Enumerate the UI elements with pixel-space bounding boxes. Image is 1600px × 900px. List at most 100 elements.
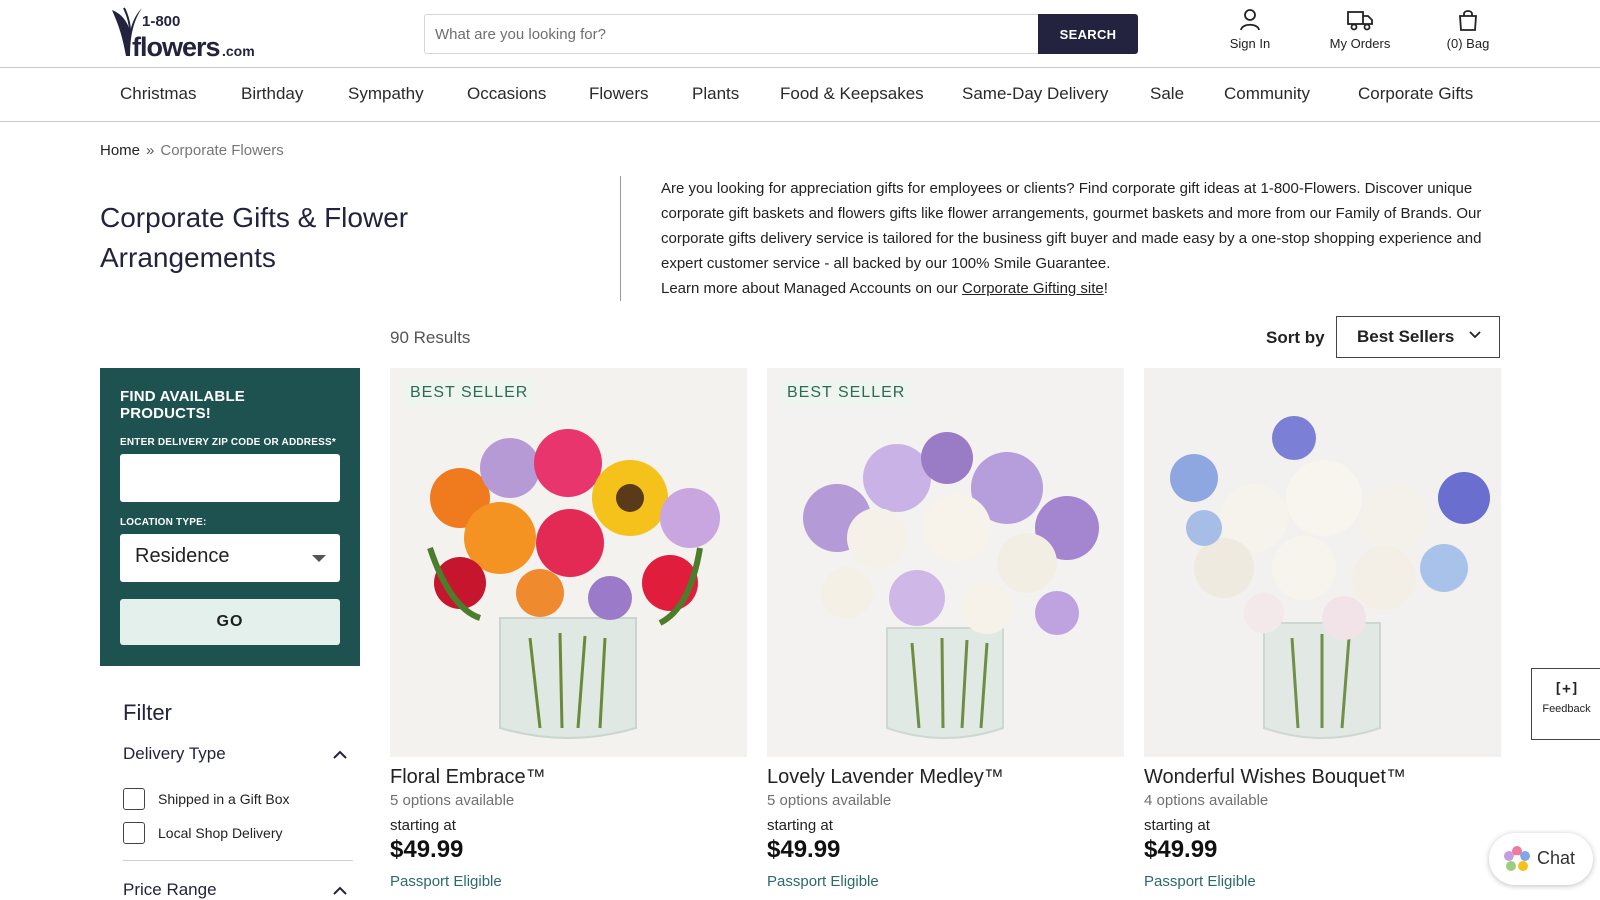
sort-value: Best Sellers xyxy=(1357,327,1455,346)
location-type-value: Residence xyxy=(135,545,230,567)
nav-item-plants[interactable]: Plants xyxy=(692,84,739,104)
filter-option-label: Local Shop Delivery xyxy=(158,825,283,841)
location-type-select[interactable]: Residence xyxy=(120,534,340,582)
svg-text:1-800: 1-800 xyxy=(142,13,180,30)
bag-link[interactable]: (0) Bag xyxy=(1440,8,1496,60)
nav-item-same-day-delivery[interactable]: Same-Day Delivery xyxy=(962,84,1108,104)
search-bar: SEARCH xyxy=(424,14,1138,54)
product-image[interactable] xyxy=(767,368,1124,757)
product-image[interactable] xyxy=(1144,368,1501,757)
bag-icon xyxy=(1459,10,1477,31)
bag-label: (0) Bag xyxy=(1446,36,1490,51)
learn-more-line: Learn more about Managed Accounts on our… xyxy=(661,276,1491,301)
sign-in-link[interactable]: Sign In xyxy=(1222,8,1278,60)
nav-item-community[interactable]: Community xyxy=(1224,84,1310,104)
passport-eligible-label: Passport Eligible xyxy=(767,873,879,890)
page-title: Corporate Gifts & Flower Arrangements xyxy=(100,202,409,273)
nav-item-sale[interactable]: Sale xyxy=(1150,84,1184,104)
description-text: Are you looking for appreciation gifts f… xyxy=(661,180,1482,272)
go-button[interactable]: GO xyxy=(120,599,340,645)
passport-eligible-label: Passport Eligible xyxy=(390,873,502,890)
chat-label: Chat xyxy=(1537,848,1576,868)
flower-chat-icon xyxy=(1504,846,1530,871)
product-options-count: 5 options available xyxy=(390,792,515,809)
title-divider xyxy=(620,176,621,301)
filter-divider xyxy=(123,860,353,861)
location-type-label: LOCATION TYPE: xyxy=(120,517,207,528)
sort-label: Sort by xyxy=(1266,328,1325,347)
starting-at-label: starting at xyxy=(1144,817,1210,834)
chevron-up-icon[interactable] xyxy=(333,750,347,759)
best-seller-badge: BEST SELLER xyxy=(404,380,535,406)
zip-input[interactable] xyxy=(120,454,340,502)
sign-in-label: Sign In xyxy=(1229,36,1271,51)
site-header: 1-800 flowers .com SEARCH Sign In My Ord… xyxy=(0,0,1600,68)
filter-group-delivery-type[interactable]: Delivery Type xyxy=(123,744,226,764)
results-count: 90 Results xyxy=(390,328,471,347)
my-orders-link[interactable]: My Orders xyxy=(1320,8,1400,60)
breadcrumb-home[interactable]: Home xyxy=(100,142,140,159)
filter-group-price-range[interactable]: Price Range xyxy=(123,880,217,900)
product-price: $49.99 xyxy=(767,836,841,863)
svg-text:flowers: flowers xyxy=(132,32,220,62)
passport-eligible-label: Passport Eligible xyxy=(1144,873,1256,890)
product-photo xyxy=(767,368,1124,757)
nav-item-corporate-gifts[interactable]: Corporate Gifts xyxy=(1358,84,1473,104)
product-price: $49.99 xyxy=(390,836,464,863)
caret-down-icon xyxy=(312,555,326,562)
filter-option-local-shop-delivery[interactable]: Local Shop Delivery xyxy=(123,822,323,844)
nav-item-sympathy[interactable]: Sympathy xyxy=(348,84,424,104)
zip-label: ENTER DELIVERY ZIP CODE OR ADDRESS* xyxy=(120,437,336,448)
breadcrumb-separator: » xyxy=(146,142,155,159)
nav-item-food-keepsakes[interactable]: Food & Keepsakes xyxy=(780,84,924,104)
nav-item-flowers[interactable]: Flowers xyxy=(589,84,649,104)
product-name[interactable]: Floral Embrace™ xyxy=(390,766,546,789)
filter-option-label: Shipped in a Gift Box xyxy=(158,791,290,807)
my-orders-label: My Orders xyxy=(1329,36,1391,51)
chevron-down-icon xyxy=(1469,331,1481,339)
starting-at-label: starting at xyxy=(390,817,456,834)
filter-title: Filter xyxy=(123,700,172,725)
site-logo[interactable]: 1-800 flowers .com xyxy=(108,4,258,64)
breadcrumb: Home » Corporate Flowers xyxy=(100,142,284,159)
product-card[interactable]: BEST SELLER Floral Embrace™ 5 options av… xyxy=(390,368,747,900)
main-nav: Christmas Birthday Sympathy Occasions Fl… xyxy=(0,68,1600,122)
nav-item-birthday[interactable]: Birthday xyxy=(241,84,303,104)
product-options-count: 4 options available xyxy=(1144,792,1269,809)
product-photo xyxy=(390,368,747,757)
product-options-count: 5 options available xyxy=(767,792,892,809)
finder-title: FIND AVAILABLE PRODUCTS! xyxy=(120,388,246,422)
svg-text:.com: .com xyxy=(222,43,255,59)
nav-item-christmas[interactable]: Christmas xyxy=(120,84,197,104)
feedback-icon: [+] xyxy=(1553,681,1580,697)
product-price: $49.99 xyxy=(1144,836,1218,863)
corporate-gifting-link[interactable]: Corporate Gifting site xyxy=(962,280,1104,297)
find-products-panel: FIND AVAILABLE PRODUCTS! ENTER DELIVERY … xyxy=(100,368,360,666)
breadcrumb-current: Corporate Flowers xyxy=(160,142,284,159)
nav-item-occasions[interactable]: Occasions xyxy=(467,84,546,104)
product-image[interactable] xyxy=(390,368,747,757)
learn-more-prefix: Learn more about Managed Accounts on our xyxy=(661,280,963,297)
checkbox[interactable] xyxy=(123,822,145,844)
sort-dropdown[interactable]: Best Sellers xyxy=(1336,316,1500,358)
product-card[interactable]: Wonderful Wishes Bouquet™ 4 options avai… xyxy=(1144,368,1501,900)
feedback-button[interactable]: [+] Feedback xyxy=(1531,668,1600,740)
checkbox[interactable] xyxy=(123,788,145,810)
user-icon xyxy=(1240,9,1260,31)
best-seller-badge: BEST SELLER xyxy=(781,380,912,406)
chat-button[interactable]: Chat xyxy=(1489,833,1593,885)
chevron-up-icon[interactable] xyxy=(333,886,347,895)
learn-more-suffix: ! xyxy=(1103,280,1108,297)
product-name[interactable]: Wonderful Wishes Bouquet™ xyxy=(1144,766,1406,789)
truck-icon xyxy=(1347,11,1373,31)
product-name[interactable]: Lovely Lavender Medley™ xyxy=(767,766,1004,789)
filter-option-shipped-gift-box[interactable]: Shipped in a Gift Box xyxy=(123,788,323,810)
search-button[interactable]: SEARCH xyxy=(1038,14,1138,54)
feedback-label: Feedback xyxy=(1542,703,1591,715)
page-description: Are you looking for appreciation gifts f… xyxy=(661,176,1491,301)
search-input[interactable] xyxy=(424,14,1038,54)
product-photo xyxy=(1144,368,1501,757)
product-card[interactable]: BEST SELLER Lovely Lavender Medley™ 5 op… xyxy=(767,368,1124,900)
logo-image: 1-800 flowers .com xyxy=(112,7,255,62)
starting-at-label: starting at xyxy=(767,817,833,834)
